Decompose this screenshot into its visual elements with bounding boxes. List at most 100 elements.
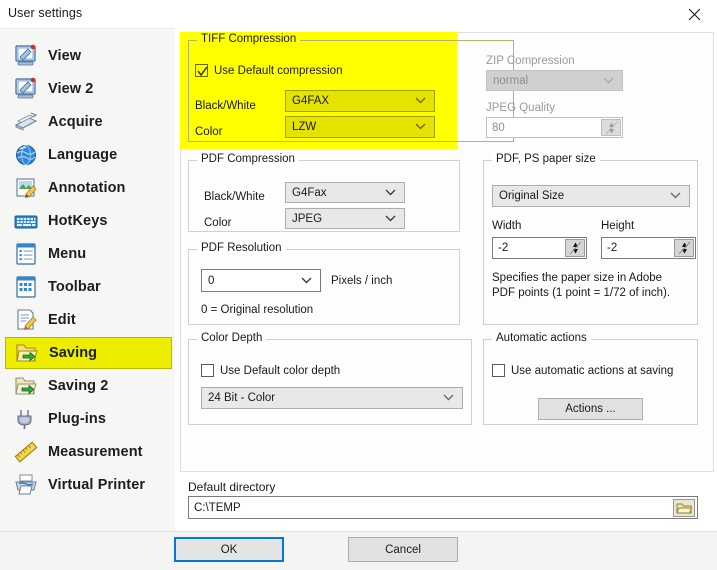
use-automatic-actions-label: Use automatic actions at saving (511, 364, 674, 377)
plug-icon (13, 406, 39, 432)
tiff-bw-label: Black/White (195, 100, 256, 112)
jpeg-quality-label: JPEG Quality (486, 102, 556, 114)
color-depth-title: Color Depth (197, 332, 267, 344)
close-icon[interactable] (671, 0, 717, 28)
keyboard-icon (13, 208, 39, 234)
sidebar-item-label: Virtual Printer (48, 477, 146, 493)
paper-height-spinner[interactable] (674, 239, 694, 257)
chevron-down-icon (415, 121, 426, 133)
folder-icon[interactable] (673, 499, 695, 517)
jpeg-quality-spinner[interactable] (601, 119, 621, 136)
paper-width-value: -2 (498, 242, 509, 254)
ruler-icon (13, 439, 39, 465)
use-default-color-depth-label: Use Default color depth (220, 364, 341, 377)
pdf-bw-label: Black/White (204, 191, 265, 203)
sidebar-item-label: Acquire (48, 114, 103, 130)
paper-width-label: Width (492, 220, 522, 232)
use-default-compression-label: Use Default compression (214, 64, 343, 77)
toolbar-grid-icon (13, 274, 39, 300)
save-folder-icon (13, 373, 39, 399)
zip-compression-value: normal (493, 74, 529, 87)
use-automatic-actions-checkbox[interactable]: Use automatic actions at saving (492, 364, 673, 377)
sidebar-item-menu[interactable]: Menu (5, 238, 172, 270)
check-icon (197, 66, 208, 77)
tiff-color-combo[interactable]: LZW (285, 116, 435, 138)
chevron-down-icon (385, 187, 396, 199)
checkbox-box (195, 64, 208, 77)
default-directory-input[interactable]: C:\TEMP (188, 496, 698, 519)
zip-compression-combo[interactable]: normal (486, 70, 623, 91)
up-down-arrow-icon (678, 241, 690, 255)
pdf-resolution-title: PDF Resolution (197, 242, 286, 254)
checkbox-box (201, 364, 214, 377)
use-default-color-depth-checkbox[interactable]: Use Default color depth (201, 364, 340, 377)
sidebar-item-edit[interactable]: Edit (5, 304, 172, 336)
chevron-down-icon (603, 75, 614, 87)
close-glyph (688, 8, 700, 20)
pdf-color-value: JPEG (292, 212, 323, 225)
settings-panel: TIFF Compression Use Default compression… (175, 28, 717, 531)
globe-icon (13, 142, 39, 168)
sidebar-item-toolbar[interactable]: Toolbar (5, 271, 172, 303)
tiff-bw-combo[interactable]: G4FAX (285, 90, 435, 112)
ok-button-label: OK (220, 543, 238, 556)
color-depth-combo[interactable]: 24 Bit - Color (201, 387, 463, 409)
sidebar-item-virtual-printer[interactable]: Virtual Printer (5, 469, 172, 501)
sidebar-item-measurement[interactable]: Measurement (5, 436, 172, 468)
pdf-resolution-combo[interactable]: 0 (201, 269, 321, 292)
pdf-resolution-note: 0 = Original resolution (201, 304, 314, 316)
automatic-actions-title: Automatic actions (492, 332, 591, 344)
monitor-edit-icon (13, 76, 39, 102)
sidebar-item-label: Saving (49, 345, 98, 361)
save-folder-icon (14, 340, 40, 366)
use-default-compression-checkbox[interactable]: Use Default compression (195, 64, 342, 77)
actions-button[interactable]: Actions ... (538, 398, 643, 420)
sidebar-item-language[interactable]: Language (5, 139, 172, 171)
sidebar-item-label: Edit (48, 312, 76, 328)
up-down-arrow-icon (569, 241, 581, 255)
paper-size-combo[interactable]: Original Size (492, 185, 690, 207)
sidebar-item-label: View 2 (48, 81, 94, 97)
paper-width-input[interactable]: -2 (492, 237, 587, 259)
sidebar-item-annotation[interactable]: Annotation (5, 172, 172, 204)
sidebar-item-label: Measurement (48, 444, 143, 460)
jpeg-quality-value: 80 (492, 121, 505, 134)
tiff-color-value: LZW (292, 121, 317, 133)
cancel-button[interactable]: Cancel (348, 537, 458, 562)
folder-glyph (676, 503, 692, 513)
cancel-button-label: Cancel (385, 543, 421, 556)
sidebar-item-hotkeys[interactable]: HotKeys (5, 205, 172, 237)
sidebar-item-label: Language (48, 147, 118, 163)
jpeg-quality-input[interactable]: 80 (486, 117, 623, 138)
chevron-down-icon (443, 392, 454, 404)
zip-compression-label: ZIP Compression (486, 55, 575, 67)
monitor-edit-icon (13, 43, 39, 69)
sidebar-item-view-2[interactable]: View 2 (5, 73, 172, 105)
pdf-compression-title: PDF Compression (197, 153, 299, 165)
edit-pencil-icon (13, 307, 39, 333)
color-depth-value: 24 Bit - Color (208, 392, 276, 404)
pdf-bw-combo[interactable]: G4Fax (285, 182, 405, 203)
ok-button[interactable]: OK (174, 537, 284, 562)
scanner-icon (13, 109, 39, 135)
default-directory-value: C:\TEMP (194, 501, 241, 514)
sidebar-item-label: Annotation (48, 180, 126, 196)
default-directory-label: Default directory (188, 480, 276, 494)
sidebar-item-label: HotKeys (48, 213, 108, 229)
paper-height-label: Height (601, 220, 635, 232)
paper-height-input[interactable]: -2 (601, 237, 696, 259)
chevron-down-icon (670, 190, 681, 202)
paper-width-spinner[interactable] (565, 239, 585, 257)
sidebar-item-label: Toolbar (48, 279, 101, 295)
color-depth-group: Color Depth (188, 332, 472, 425)
pdf-color-combo[interactable]: JPEG (285, 208, 405, 229)
tiff-compression-title: TIFF Compression (197, 33, 301, 45)
title-bar: User settings (0, 0, 717, 28)
sidebar-item-label: View (48, 48, 82, 64)
sidebar-item-acquire[interactable]: Acquire (5, 106, 172, 138)
printer-icon (13, 472, 39, 498)
sidebar-item-plug-ins[interactable]: Plug-ins (5, 403, 172, 435)
sidebar-item-saving-2[interactable]: Saving 2 (5, 370, 172, 402)
sidebar-item-saving[interactable]: Saving (5, 337, 172, 369)
sidebar-item-view[interactable]: View (5, 40, 172, 72)
